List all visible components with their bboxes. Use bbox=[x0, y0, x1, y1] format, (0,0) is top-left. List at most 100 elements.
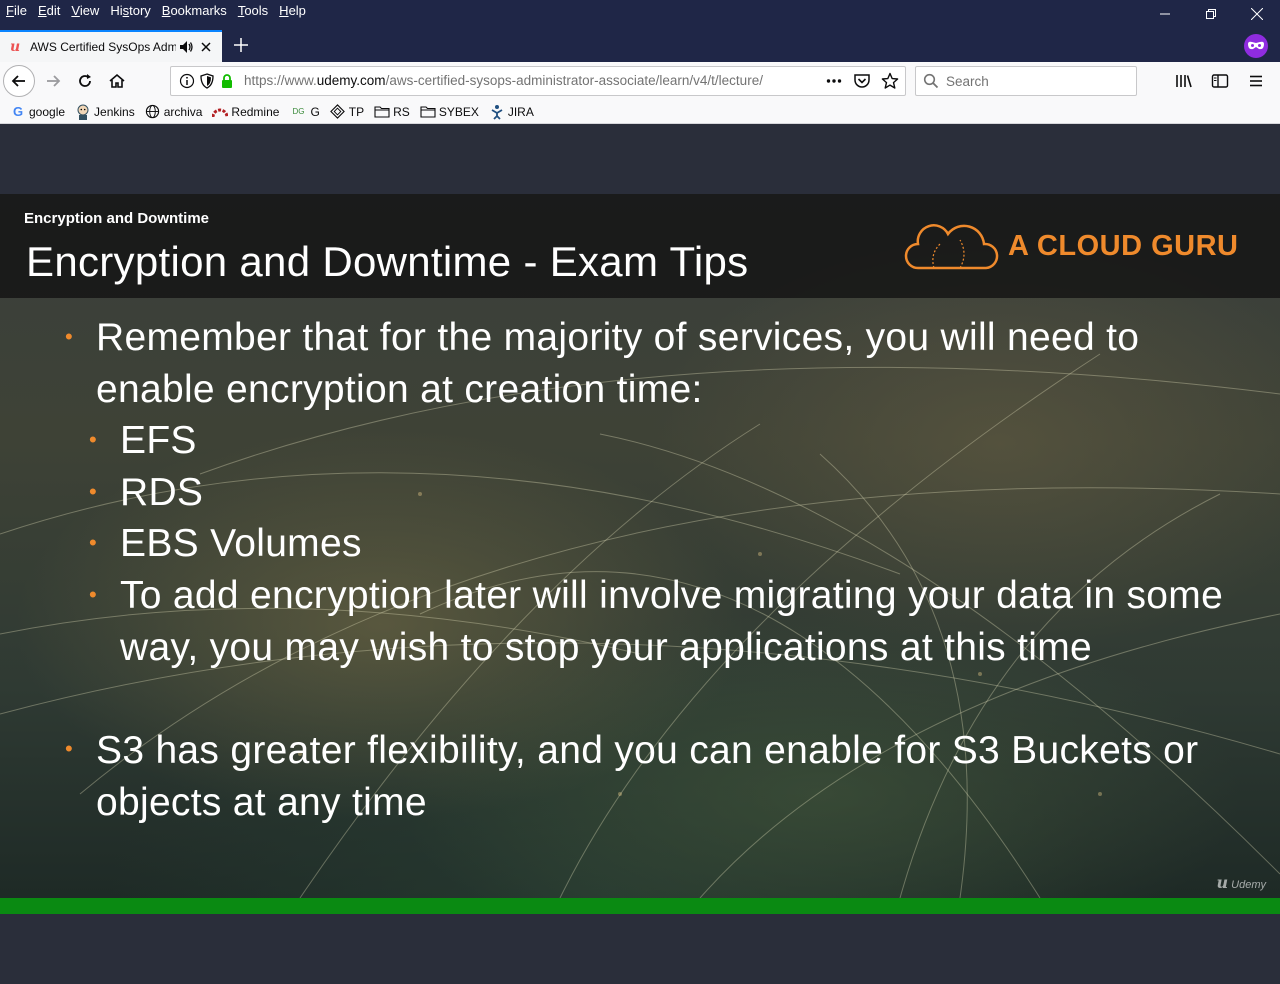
menu-edit[interactable]: Edit bbox=[32, 1, 65, 21]
menu-view[interactable]: View bbox=[65, 1, 104, 21]
bookmarks-bar: G google Jenkins archiva Redmine DG G TP… bbox=[0, 100, 1280, 124]
bookmark-label: TP bbox=[348, 104, 365, 119]
forward-button[interactable] bbox=[37, 65, 69, 97]
menu-items: File Edit View History Bookmarks Tools H… bbox=[0, 0, 311, 22]
globe-icon bbox=[145, 104, 161, 120]
nav-toolbar: https://www.udemy.com/aws-certified-syso… bbox=[0, 62, 1280, 100]
menu-history[interactable]: History bbox=[104, 1, 155, 21]
menu-history-label: History bbox=[110, 3, 151, 18]
bookmark-archiva[interactable]: archiva bbox=[145, 102, 203, 122]
home-button[interactable] bbox=[101, 65, 133, 97]
video-progress-bar[interactable] bbox=[0, 898, 1280, 914]
lock-icon[interactable] bbox=[219, 73, 235, 89]
dg-icon: DG bbox=[292, 107, 305, 116]
menu-edit-label: Edit bbox=[37, 3, 61, 18]
menu-view-label: View bbox=[71, 3, 100, 18]
minimize-button[interactable] bbox=[1142, 0, 1188, 28]
sub-bullet-dot: • bbox=[89, 530, 97, 555]
cloud-logo-icon bbox=[904, 224, 999, 270]
sub-bullet-dot: • bbox=[89, 582, 97, 607]
back-button[interactable] bbox=[3, 65, 35, 97]
bookmark-label: G bbox=[310, 104, 320, 119]
menu-file[interactable]: File bbox=[0, 1, 32, 21]
right-toolbar bbox=[1168, 65, 1272, 97]
sub-bullet-dot: • bbox=[89, 479, 97, 504]
lecture-slide[interactable]: Encryption and Downtime Encryption and D… bbox=[0, 194, 1280, 898]
menu-tools[interactable]: Tools bbox=[232, 1, 273, 21]
tracking-shield-icon[interactable] bbox=[199, 73, 215, 89]
url-text[interactable]: https://www.udemy.com/aws-certified-syso… bbox=[244, 73, 789, 88]
reload-button[interactable] bbox=[69, 65, 101, 97]
menu-bookmarks-label: Bookmarks bbox=[161, 3, 227, 18]
library-button[interactable] bbox=[1168, 65, 1200, 97]
folder-icon bbox=[374, 104, 390, 120]
tab-close-icon[interactable] bbox=[198, 39, 214, 55]
bookmark-tp[interactable]: TP bbox=[330, 102, 364, 122]
url-status-icons bbox=[179, 73, 235, 89]
bookmark-label: JIRA bbox=[507, 104, 534, 119]
reload-icon bbox=[79, 74, 91, 87]
bookmark-label: Jenkins bbox=[94, 104, 135, 119]
bookmark-rs[interactable]: RS bbox=[374, 102, 410, 122]
bookmark-google[interactable]: G google bbox=[10, 102, 65, 122]
sub-bullet-4-line-2: way, you may wish to stop your applicati… bbox=[120, 626, 1092, 669]
udemy-icon: u bbox=[10, 39, 21, 55]
sidebar-button[interactable] bbox=[1204, 65, 1236, 97]
udemy-watermark: u Udemy bbox=[1216, 873, 1266, 892]
url-prefix: https://www. bbox=[244, 73, 317, 88]
jenkins-icon bbox=[75, 104, 91, 120]
sub-bullet-dot: • bbox=[89, 427, 97, 452]
new-tab-button[interactable] bbox=[230, 34, 252, 56]
slide-kicker: Encryption and Downtime bbox=[24, 210, 210, 227]
tab-title: AWS Certified SysOps Admi bbox=[30, 40, 176, 54]
page-actions-icon[interactable] bbox=[825, 72, 843, 90]
bookmark-label: Redmine bbox=[231, 104, 280, 119]
restore-icon bbox=[1206, 9, 1216, 19]
private-browsing-icon bbox=[1244, 34, 1268, 58]
bullet-1-line-2: enable encryption at creation time: bbox=[96, 368, 703, 411]
slide-title: Encryption and Downtime - Exam Tips bbox=[26, 238, 749, 285]
search-bar[interactable] bbox=[915, 66, 1137, 96]
url-bar[interactable]: https://www.udemy.com/aws-certified-syso… bbox=[170, 66, 906, 96]
menu-help[interactable]: Help bbox=[273, 1, 311, 21]
sub-bullet-efs: EFS bbox=[120, 419, 197, 462]
bullet-dot: • bbox=[65, 736, 73, 761]
close-icon bbox=[1251, 8, 1263, 20]
bookmark-label: SYBEX bbox=[438, 104, 479, 119]
bullet-dot: • bbox=[65, 324, 73, 349]
bookmark-g[interactable]: DG G bbox=[289, 102, 319, 122]
jira-icon bbox=[489, 104, 505, 120]
menu-bookmarks[interactable]: Bookmarks bbox=[156, 1, 232, 21]
bookmark-sybex[interactable]: SYBEX bbox=[420, 102, 479, 122]
home-icon bbox=[109, 73, 125, 88]
close-window-button[interactable] bbox=[1234, 0, 1280, 28]
search-input[interactable] bbox=[946, 72, 1126, 90]
minimize-icon bbox=[1160, 13, 1170, 15]
tab-bar: u AWS Certified SysOps Admi bbox=[0, 26, 1280, 62]
sub-bullet-ebs: EBS Volumes bbox=[120, 522, 362, 565]
menu-button[interactable] bbox=[1240, 65, 1272, 97]
hamburger-icon bbox=[1250, 75, 1262, 87]
menu-tools-label: Tools bbox=[237, 3, 269, 18]
plus-icon bbox=[234, 38, 248, 52]
restore-button[interactable] bbox=[1188, 0, 1234, 28]
url-path: /aws-certified-sysops-administrator-asso… bbox=[385, 73, 763, 88]
bookmark-redmine[interactable]: Redmine bbox=[212, 102, 279, 122]
bookmark-jira[interactable]: JIRA bbox=[489, 102, 534, 122]
tab-udemy[interactable]: u AWS Certified SysOps Admi bbox=[0, 30, 222, 62]
speaker-icon[interactable] bbox=[178, 39, 194, 55]
bookmark-jenkins[interactable]: Jenkins bbox=[75, 102, 135, 122]
search-icon bbox=[923, 73, 939, 94]
bullet-1-line-1: Remember that for the majority of servic… bbox=[96, 316, 1140, 359]
menu-bar: File Edit View History Bookmarks Tools H… bbox=[0, 0, 1280, 26]
google-icon: G bbox=[12, 104, 24, 119]
pocket-icon[interactable] bbox=[853, 72, 871, 90]
url-actions bbox=[825, 72, 899, 90]
menu-help-label: Help bbox=[279, 3, 306, 18]
info-icon[interactable] bbox=[179, 73, 195, 89]
bullet-2-line-1: S3 has greater flexibility, and you can … bbox=[96, 729, 1199, 772]
menu-file-label: File bbox=[6, 3, 27, 18]
bookmark-label: archiva bbox=[163, 104, 203, 119]
bookmark-star-icon[interactable] bbox=[881, 72, 899, 90]
redmine-icon bbox=[212, 104, 229, 120]
